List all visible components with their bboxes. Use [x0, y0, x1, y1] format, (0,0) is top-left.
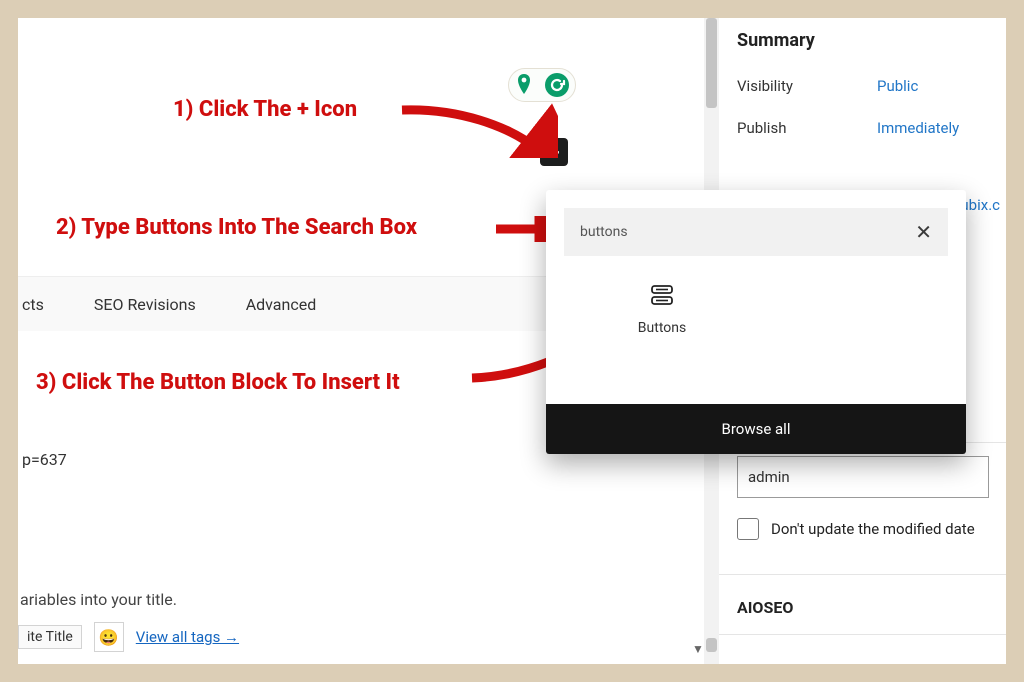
separator [719, 634, 1006, 635]
visibility-value[interactable]: Public [877, 77, 918, 95]
block-result-buttons[interactable]: Buttons [608, 284, 716, 336]
tab-advanced[interactable]: Advanced [246, 295, 317, 314]
tab-fragment[interactable]: cts [22, 295, 44, 314]
scroll-thumb[interactable] [706, 18, 717, 108]
permalink-fragment: p=637 [22, 450, 67, 469]
annotation-step-3: 3) Click The Button Block To Insert It [36, 370, 400, 395]
emoji-picker-button[interactable]: 😀 [94, 622, 124, 652]
aioseo-panel-heading[interactable]: AIOSEO [737, 598, 793, 617]
arrow-1 [398, 98, 558, 158]
dont-update-checkbox[interactable] [737, 518, 759, 540]
scroll-down-icon: ▼ [692, 642, 704, 656]
summary-heading: Summary [737, 18, 988, 65]
plus-icon: + [549, 140, 560, 164]
dont-update-label: Don't update the modified date [771, 520, 975, 538]
add-block-button[interactable]: + [540, 138, 568, 166]
variables-hint: ariables into your title. [20, 590, 177, 609]
chip-site-title[interactable]: ite Title [18, 625, 82, 649]
annotation-step-1: 1) Click The + Icon [173, 97, 357, 122]
marker-icon [515, 74, 533, 96]
author-select[interactable]: admin [737, 456, 989, 498]
publish-value[interactable]: Immediately [877, 119, 959, 137]
g-circle-icon [544, 72, 570, 98]
tab-seo-revisions[interactable]: SEO Revisions [94, 295, 196, 314]
publish-label: Publish [737, 119, 877, 137]
summary-visibility-row: Visibility Public [737, 65, 988, 107]
view-all-tags-link[interactable]: View all tags → [136, 628, 239, 646]
scroll-thumb-bottom[interactable] [706, 638, 717, 652]
title-tag-row: ite Title 😀 View all tags → [18, 622, 239, 652]
block-result-label: Buttons [608, 320, 716, 336]
search-value: buttons [580, 224, 628, 240]
annotation-step-2: 2) Type Buttons Into The Search Box [56, 215, 417, 240]
screenshot-frame: + 1) Click The + Icon 2) Type Buttons In… [18, 18, 1006, 664]
block-search-input[interactable]: buttons ✕ [564, 208, 948, 256]
clear-search-icon[interactable]: ✕ [915, 220, 932, 244]
dont-update-date-row: Don't update the modified date [737, 518, 975, 540]
browse-all-button[interactable]: Browse all [546, 404, 966, 454]
separator [719, 574, 1006, 575]
block-inserter-popover: buttons ✕ Buttons Browse all [546, 190, 966, 454]
floating-toggle[interactable] [508, 68, 576, 102]
author-value: admin [748, 468, 790, 486]
buttons-block-icon [649, 284, 675, 306]
visibility-label: Visibility [737, 77, 877, 95]
summary-publish-row: Publish Immediately [737, 107, 988, 149]
